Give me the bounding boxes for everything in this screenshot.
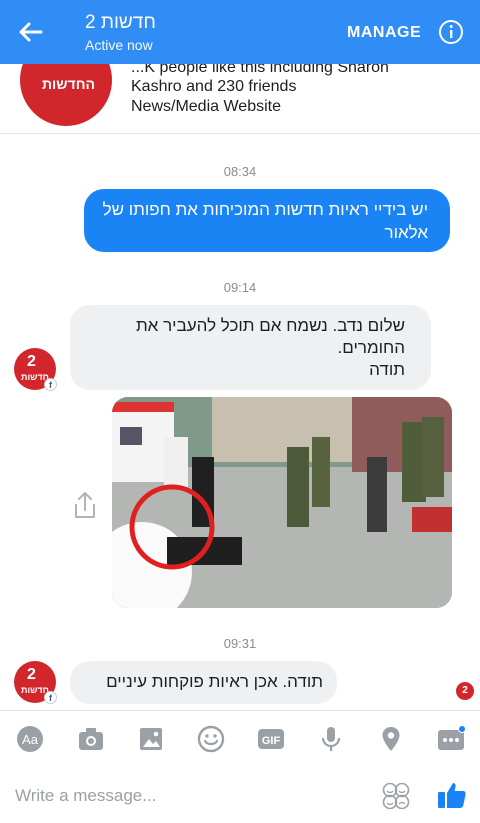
page-logo-text: החדשות — [42, 76, 95, 92]
active-status: Active now — [85, 37, 153, 53]
gif-icon[interactable]: GIF — [257, 725, 285, 753]
image-attachment[interactable] — [112, 397, 452, 608]
camera-icon[interactable] — [77, 725, 105, 753]
page-category: News/Media Website — [131, 98, 281, 115]
conversation-title: חדשות 2 — [85, 12, 156, 33]
thumbs-up-icon[interactable] — [437, 780, 467, 810]
manage-button[interactable]: MANAGE — [347, 24, 421, 42]
stickers-icon[interactable] — [381, 781, 411, 811]
page-logo[interactable]: החדשות — [20, 64, 112, 126]
facebook-badge-icon: f — [44, 691, 57, 704]
more-options-icon[interactable] — [437, 725, 466, 753]
page-info-card: החדשות ...K people like this including S… — [0, 64, 480, 134]
message-input[interactable] — [15, 784, 355, 808]
text-format-icon[interactable]: Aa — [16, 725, 44, 753]
conversation-header: חדשות 2 Active now MANAGE — [0, 0, 480, 64]
photo-image — [112, 397, 452, 608]
location-icon[interactable] — [377, 725, 405, 753]
emoji-icon[interactable] — [197, 725, 225, 753]
message-composer — [0, 766, 480, 823]
timestamp: 08:34 — [223, 164, 257, 179]
svg-text:Aa: Aa — [22, 732, 39, 747]
message-line: החומרים. — [337, 338, 405, 357]
page-likes-text: ...K people like this including Sharon K… — [131, 64, 389, 95]
composer-toolbar: Aa GIF — [0, 710, 480, 766]
incoming-message[interactable]: שלום נדב. נשמח אם תוכל להעביר את החומרים… — [70, 305, 431, 390]
info-icon[interactable] — [438, 19, 464, 45]
incoming-message[interactable]: תודה. אכן ראיות פוקחות עיניים — [70, 661, 337, 704]
sender-avatar[interactable]: 2 חדשות f — [14, 348, 57, 391]
timestamp: 09:14 — [223, 280, 257, 295]
avatar-number: 2 — [27, 666, 36, 683]
message-list[interactable]: 08:34 יש בידיי ראיות חדשות המוכיחות את ח… — [0, 134, 480, 708]
message-line: שלום נדב. נשמח אם תוכל להעביר את — [135, 316, 405, 335]
avatar-number: 2 — [27, 353, 36, 370]
gallery-icon[interactable] — [137, 725, 165, 753]
svg-text:GIF: GIF — [262, 735, 281, 747]
share-icon[interactable] — [72, 490, 98, 520]
message-line: תודה — [369, 360, 405, 379]
back-arrow-icon[interactable] — [14, 16, 46, 48]
seen-indicator-avatar: 2 — [456, 682, 474, 700]
outgoing-message[interactable]: יש בידיי ראיות חדשות המוכיחות את חפותו ש… — [84, 189, 450, 252]
microphone-icon[interactable] — [317, 725, 345, 753]
sender-avatar[interactable]: 2 חדשות f — [14, 661, 57, 704]
facebook-badge-icon: f — [44, 378, 57, 391]
timestamp: 09:31 — [223, 636, 257, 651]
